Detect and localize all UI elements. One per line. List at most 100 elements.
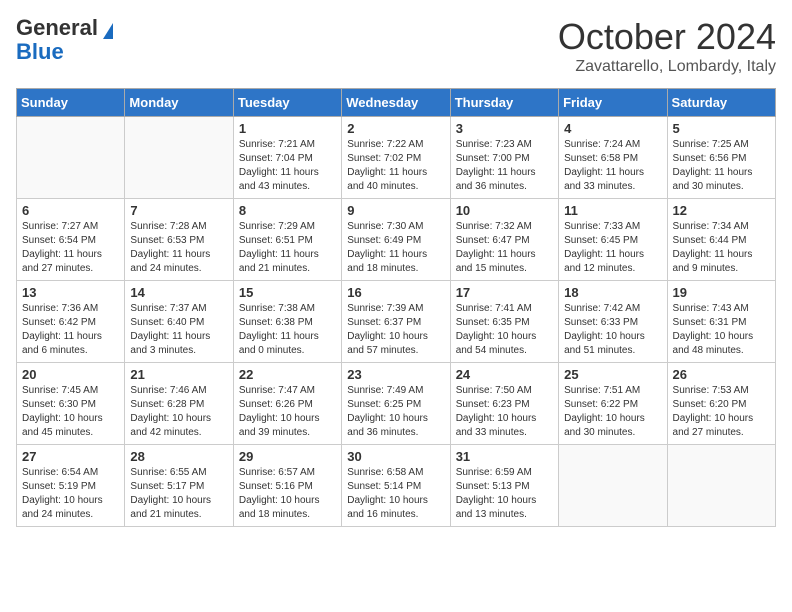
logo-general: General	[16, 15, 98, 40]
day-number: 7	[130, 203, 227, 218]
calendar-cell: 9Sunrise: 7:30 AMSunset: 6:49 PMDaylight…	[342, 199, 450, 281]
calendar-week-row: 6 Sunrise: 7:27 AMSunset: 6:54 PMDaylight…	[17, 199, 776, 281]
day-number: 21	[130, 367, 227, 382]
day-info: Sunrise: 7:29 AMSunset: 6:51 PMDaylight:…	[239, 220, 336, 276]
location-title: Zavattarello, Lombardy, Italy	[558, 58, 776, 76]
calendar-cell: 24 Sunrise: 7:50 AMSunset: 6:23 PMDayligh…	[450, 363, 558, 445]
logo-blue: Blue	[16, 39, 64, 64]
title-block: October 2024 Zavattarello, Lombardy, Ita…	[558, 16, 776, 76]
day-info: Sunrise: 7:21 AMSunset: 7:04 PMDaylight:…	[239, 138, 336, 194]
day-info: Sunrise: 7:24 AMSunset: 6:58 PMDaylight:…	[564, 138, 661, 194]
day-number: 14	[130, 285, 227, 300]
day-of-week-header: Thursday	[450, 89, 558, 117]
calendar-cell: 1 Sunrise: 7:21 AMSunset: 7:04 PMDaylight…	[233, 117, 341, 199]
day-number: 27	[22, 449, 119, 464]
day-info: Sunrise: 7:23 AMSunset: 7:00 PMDaylight:…	[456, 138, 553, 194]
calendar-cell: 4 Sunrise: 7:24 AMSunset: 6:58 PMDaylight…	[559, 117, 667, 199]
page-header: General Blue October 2024 Zavattarello, …	[16, 16, 776, 76]
day-info: Sunrise: 7:51 AMSunset: 6:22 PMDaylight:…	[564, 384, 661, 440]
day-number: 17	[456, 285, 553, 300]
day-number: 26	[673, 367, 770, 382]
day-info: Sunrise: 7:50 AMSunset: 6:23 PMDaylight:…	[456, 384, 553, 440]
day-number: 1	[239, 121, 336, 136]
day-number: 5	[673, 121, 770, 136]
calendar-cell: 11Sunrise: 7:33 AMSunset: 6:45 PMDayligh…	[559, 199, 667, 281]
calendar-cell: 15Sunrise: 7:38 AMSunset: 6:38 PMDayligh…	[233, 281, 341, 363]
day-number: 20	[22, 367, 119, 382]
day-number: 6	[22, 203, 119, 218]
day-info: Sunrise: 6:55 AMSunset: 5:17 PMDaylight:…	[130, 466, 227, 522]
calendar-week-row: 27 Sunrise: 6:54 AMSunset: 5:19 PMDayligh…	[17, 445, 776, 527]
calendar-cell: 2Sunrise: 7:22 AMSunset: 7:02 PMDaylight…	[342, 117, 450, 199]
month-title: October 2024	[558, 16, 776, 58]
day-info: Sunrise: 7:36 AMSunset: 6:42 PMDaylight:…	[22, 302, 119, 358]
day-number: 8	[239, 203, 336, 218]
calendar-cell	[125, 117, 233, 199]
day-info: Sunrise: 7:43 AMSunset: 6:31 PMDaylight:…	[673, 302, 770, 358]
day-info: Sunrise: 7:38 AMSunset: 6:38 PMDaylight:…	[239, 302, 336, 358]
day-number: 23	[347, 367, 444, 382]
day-of-week-header: Wednesday	[342, 89, 450, 117]
calendar-cell	[667, 445, 775, 527]
day-info: Sunrise: 7:25 AMSunset: 6:56 PMDaylight:…	[673, 138, 770, 194]
calendar-cell: 18 Sunrise: 7:42 AMSunset: 6:33 PMDayligh…	[559, 281, 667, 363]
calendar-week-row: 1 Sunrise: 7:21 AMSunset: 7:04 PMDaylight…	[17, 117, 776, 199]
calendar-cell: 17Sunrise: 7:41 AMSunset: 6:35 PMDayligh…	[450, 281, 558, 363]
calendar-cell: 3 Sunrise: 7:23 AMSunset: 7:00 PMDaylight…	[450, 117, 558, 199]
day-number: 4	[564, 121, 661, 136]
day-number: 11	[564, 203, 661, 218]
day-number: 31	[456, 449, 553, 464]
logo-triangle-icon	[103, 23, 113, 39]
calendar-cell: 19 Sunrise: 7:43 AMSunset: 6:31 PMDayligh…	[667, 281, 775, 363]
day-info: Sunrise: 7:39 AMSunset: 6:37 PMDaylight:…	[347, 302, 444, 358]
calendar-cell: 22Sunrise: 7:47 AMSunset: 6:26 PMDayligh…	[233, 363, 341, 445]
calendar-cell: 6 Sunrise: 7:27 AMSunset: 6:54 PMDaylight…	[17, 199, 125, 281]
calendar-cell: 30Sunrise: 6:58 AMSunset: 5:14 PMDayligh…	[342, 445, 450, 527]
day-number: 28	[130, 449, 227, 464]
day-of-week-header: Friday	[559, 89, 667, 117]
logo: General Blue	[16, 16, 113, 64]
day-info: Sunrise: 7:53 AMSunset: 6:20 PMDaylight:…	[673, 384, 770, 440]
calendar-table: SundayMondayTuesdayWednesdayThursdayFrid…	[16, 88, 776, 527]
calendar-cell: 28 Sunrise: 6:55 AMSunset: 5:17 PMDayligh…	[125, 445, 233, 527]
day-info: Sunrise: 6:57 AMSunset: 5:16 PMDaylight:…	[239, 466, 336, 522]
calendar-cell: 10Sunrise: 7:32 AMSunset: 6:47 PMDayligh…	[450, 199, 558, 281]
day-of-week-header: Monday	[125, 89, 233, 117]
day-number: 19	[673, 285, 770, 300]
calendar-cell: 14 Sunrise: 7:37 AMSunset: 6:40 PMDayligh…	[125, 281, 233, 363]
day-number: 10	[456, 203, 553, 218]
day-of-week-header: Tuesday	[233, 89, 341, 117]
day-of-week-header: Sunday	[17, 89, 125, 117]
day-of-week-header: Saturday	[667, 89, 775, 117]
day-info: Sunrise: 6:59 AMSunset: 5:13 PMDaylight:…	[456, 466, 553, 522]
day-number: 22	[239, 367, 336, 382]
calendar-cell: 16 Sunrise: 7:39 AMSunset: 6:37 PMDayligh…	[342, 281, 450, 363]
day-info: Sunrise: 7:46 AMSunset: 6:28 PMDaylight:…	[130, 384, 227, 440]
day-number: 13	[22, 285, 119, 300]
day-number: 24	[456, 367, 553, 382]
day-info: Sunrise: 7:27 AMSunset: 6:54 PMDaylight:…	[22, 220, 119, 276]
day-info: Sunrise: 7:30 AMSunset: 6:49 PMDaylight:…	[347, 220, 444, 276]
calendar-cell: 13 Sunrise: 7:36 AMSunset: 6:42 PMDayligh…	[17, 281, 125, 363]
day-info: Sunrise: 7:42 AMSunset: 6:33 PMDaylight:…	[564, 302, 661, 358]
day-number: 3	[456, 121, 553, 136]
day-number: 29	[239, 449, 336, 464]
calendar-cell: 29 Sunrise: 6:57 AMSunset: 5:16 PMDayligh…	[233, 445, 341, 527]
calendar-cell: 12Sunrise: 7:34 AMSunset: 6:44 PMDayligh…	[667, 199, 775, 281]
day-number: 25	[564, 367, 661, 382]
day-info: Sunrise: 6:54 AMSunset: 5:19 PMDaylight:…	[22, 466, 119, 522]
calendar-cell: 20Sunrise: 7:45 AMSunset: 6:30 PMDayligh…	[17, 363, 125, 445]
calendar-week-row: 20Sunrise: 7:45 AMSunset: 6:30 PMDayligh…	[17, 363, 776, 445]
calendar-cell	[17, 117, 125, 199]
day-info: Sunrise: 7:37 AMSunset: 6:40 PMDaylight:…	[130, 302, 227, 358]
calendar-cell: 25 Sunrise: 7:51 AMSunset: 6:22 PMDayligh…	[559, 363, 667, 445]
day-info: Sunrise: 7:34 AMSunset: 6:44 PMDaylight:…	[673, 220, 770, 276]
calendar-cell	[559, 445, 667, 527]
calendar-cell: 26 Sunrise: 7:53 AMSunset: 6:20 PMDayligh…	[667, 363, 775, 445]
day-number: 2	[347, 121, 444, 136]
calendar-cell: 7Sunrise: 7:28 AMSunset: 6:53 PMDaylight…	[125, 199, 233, 281]
day-number: 16	[347, 285, 444, 300]
calendar-cell: 27 Sunrise: 6:54 AMSunset: 5:19 PMDayligh…	[17, 445, 125, 527]
calendar-cell: 21 Sunrise: 7:46 AMSunset: 6:28 PMDayligh…	[125, 363, 233, 445]
day-number: 18	[564, 285, 661, 300]
